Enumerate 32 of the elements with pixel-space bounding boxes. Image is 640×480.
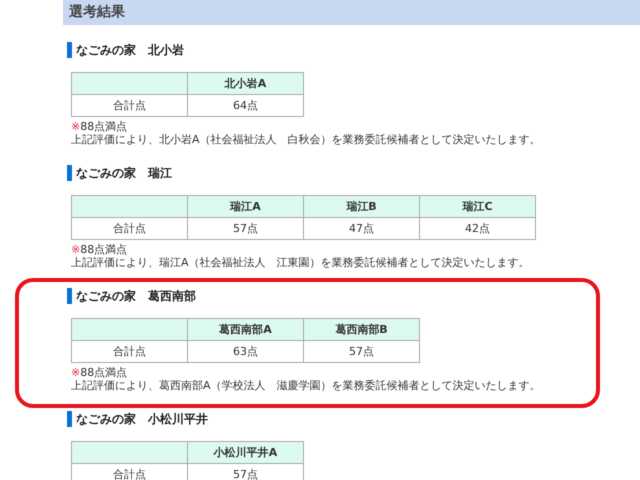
heading-marker	[67, 411, 72, 427]
table-cell: 合計点	[72, 464, 188, 480]
heading-marker	[67, 42, 72, 58]
table-cell: 合計点	[72, 218, 188, 240]
decision-text: 上記評価により、瑞江A（社会福祉法人 江東園）を業務委託候補者として決定いたします。	[71, 256, 531, 269]
section-title: なごみの家 北小岩	[76, 42, 184, 58]
table-header-cell: 葛西南部B	[304, 318, 420, 340]
decision-text: 上記評価により、北小岩A（社会福祉法人 白秋会）を業務委託候補者として決定いたします。	[71, 133, 542, 146]
decision-text: 上記評価により、葛西南部A（学校法人 滋慶学園）を業務委託候補者として決定いたします。	[71, 379, 542, 392]
section-title: なごみの家 葛西南部	[76, 288, 196, 304]
table-cell: 42点	[420, 218, 536, 240]
table-cell: 合計点	[72, 94, 188, 116]
heading-marker	[67, 165, 72, 181]
section-title: なごみの家 小松川平井	[76, 410, 208, 428]
table-cell: 64点	[188, 94, 304, 116]
table-cell: 57点	[188, 218, 304, 240]
section-title: なごみの家 瑞江	[76, 164, 172, 182]
note-text: ※88点満点	[71, 243, 128, 256]
table-header-cell: 瑞江C	[420, 196, 536, 218]
table-cell: 47点	[304, 218, 420, 240]
note-text: ※88点満点	[71, 366, 128, 379]
table-cell: 合計点	[72, 340, 188, 362]
table-header-cell: 葛西南部A	[188, 318, 304, 340]
table-header-cell: 小松川平井A	[188, 442, 304, 464]
note-text: ※88点満点	[71, 120, 128, 133]
table-header-cell: 北小岩A	[188, 72, 304, 94]
table-cell: 63点	[188, 340, 304, 362]
page-title: 選考結果	[69, 3, 126, 22]
table-header-cell: 瑞江A	[188, 196, 304, 218]
table-header-cell: 瑞江B	[304, 196, 420, 218]
table-cell: 57点	[304, 340, 420, 362]
heading-marker	[67, 288, 72, 304]
